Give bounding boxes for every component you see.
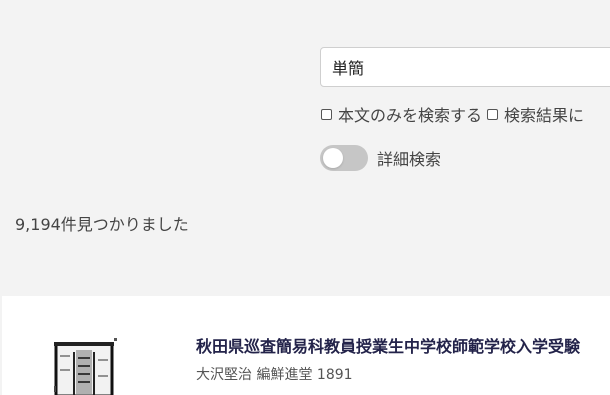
advanced-search-row: 詳細検索 <box>320 145 441 171</box>
toggle-knob <box>323 148 343 168</box>
advanced-search-toggle[interactable] <box>320 145 368 171</box>
result-count: 9,194件見つかりました <box>15 215 189 234</box>
body-only-option[interactable]: 本文のみを検索する <box>320 102 482 126</box>
advanced-search-label: 詳細検索 <box>377 150 442 169</box>
result-meta: 大沢堅治 編鮮進堂 1891 <box>196 364 353 384</box>
result-author: 大沢堅治 <box>196 367 252 383</box>
book-thumbnail[interactable] <box>50 336 120 395</box>
search-in-results-label: 検索結果に <box>504 106 585 125</box>
body-only-label: 本文のみを検索する <box>338 106 483 125</box>
search-options: 本文のみを検索する 検索結果に <box>320 103 588 125</box>
search-input[interactable] <box>320 47 610 87</box>
result-year: 1891 <box>316 367 353 383</box>
result-title[interactable]: 秋田県巡査簡易科教員授業生中学校師範学校入学受験 <box>196 333 580 357</box>
result-publisher: 編鮮進堂 <box>256 367 313 383</box>
search-in-results-checkbox[interactable] <box>487 108 499 120</box>
search-in-results-option[interactable]: 検索結果に <box>486 102 584 126</box>
search-page: 本文のみを検索する 検索結果に 詳細検索 9,194件見つかりました <box>0 0 610 395</box>
body-only-checkbox[interactable] <box>321 108 332 120</box>
result-card: 秋田県巡査簡易科教員授業生中学校師範学校入学受験 大沢堅治 編鮮進堂 1891 <box>2 296 610 395</box>
